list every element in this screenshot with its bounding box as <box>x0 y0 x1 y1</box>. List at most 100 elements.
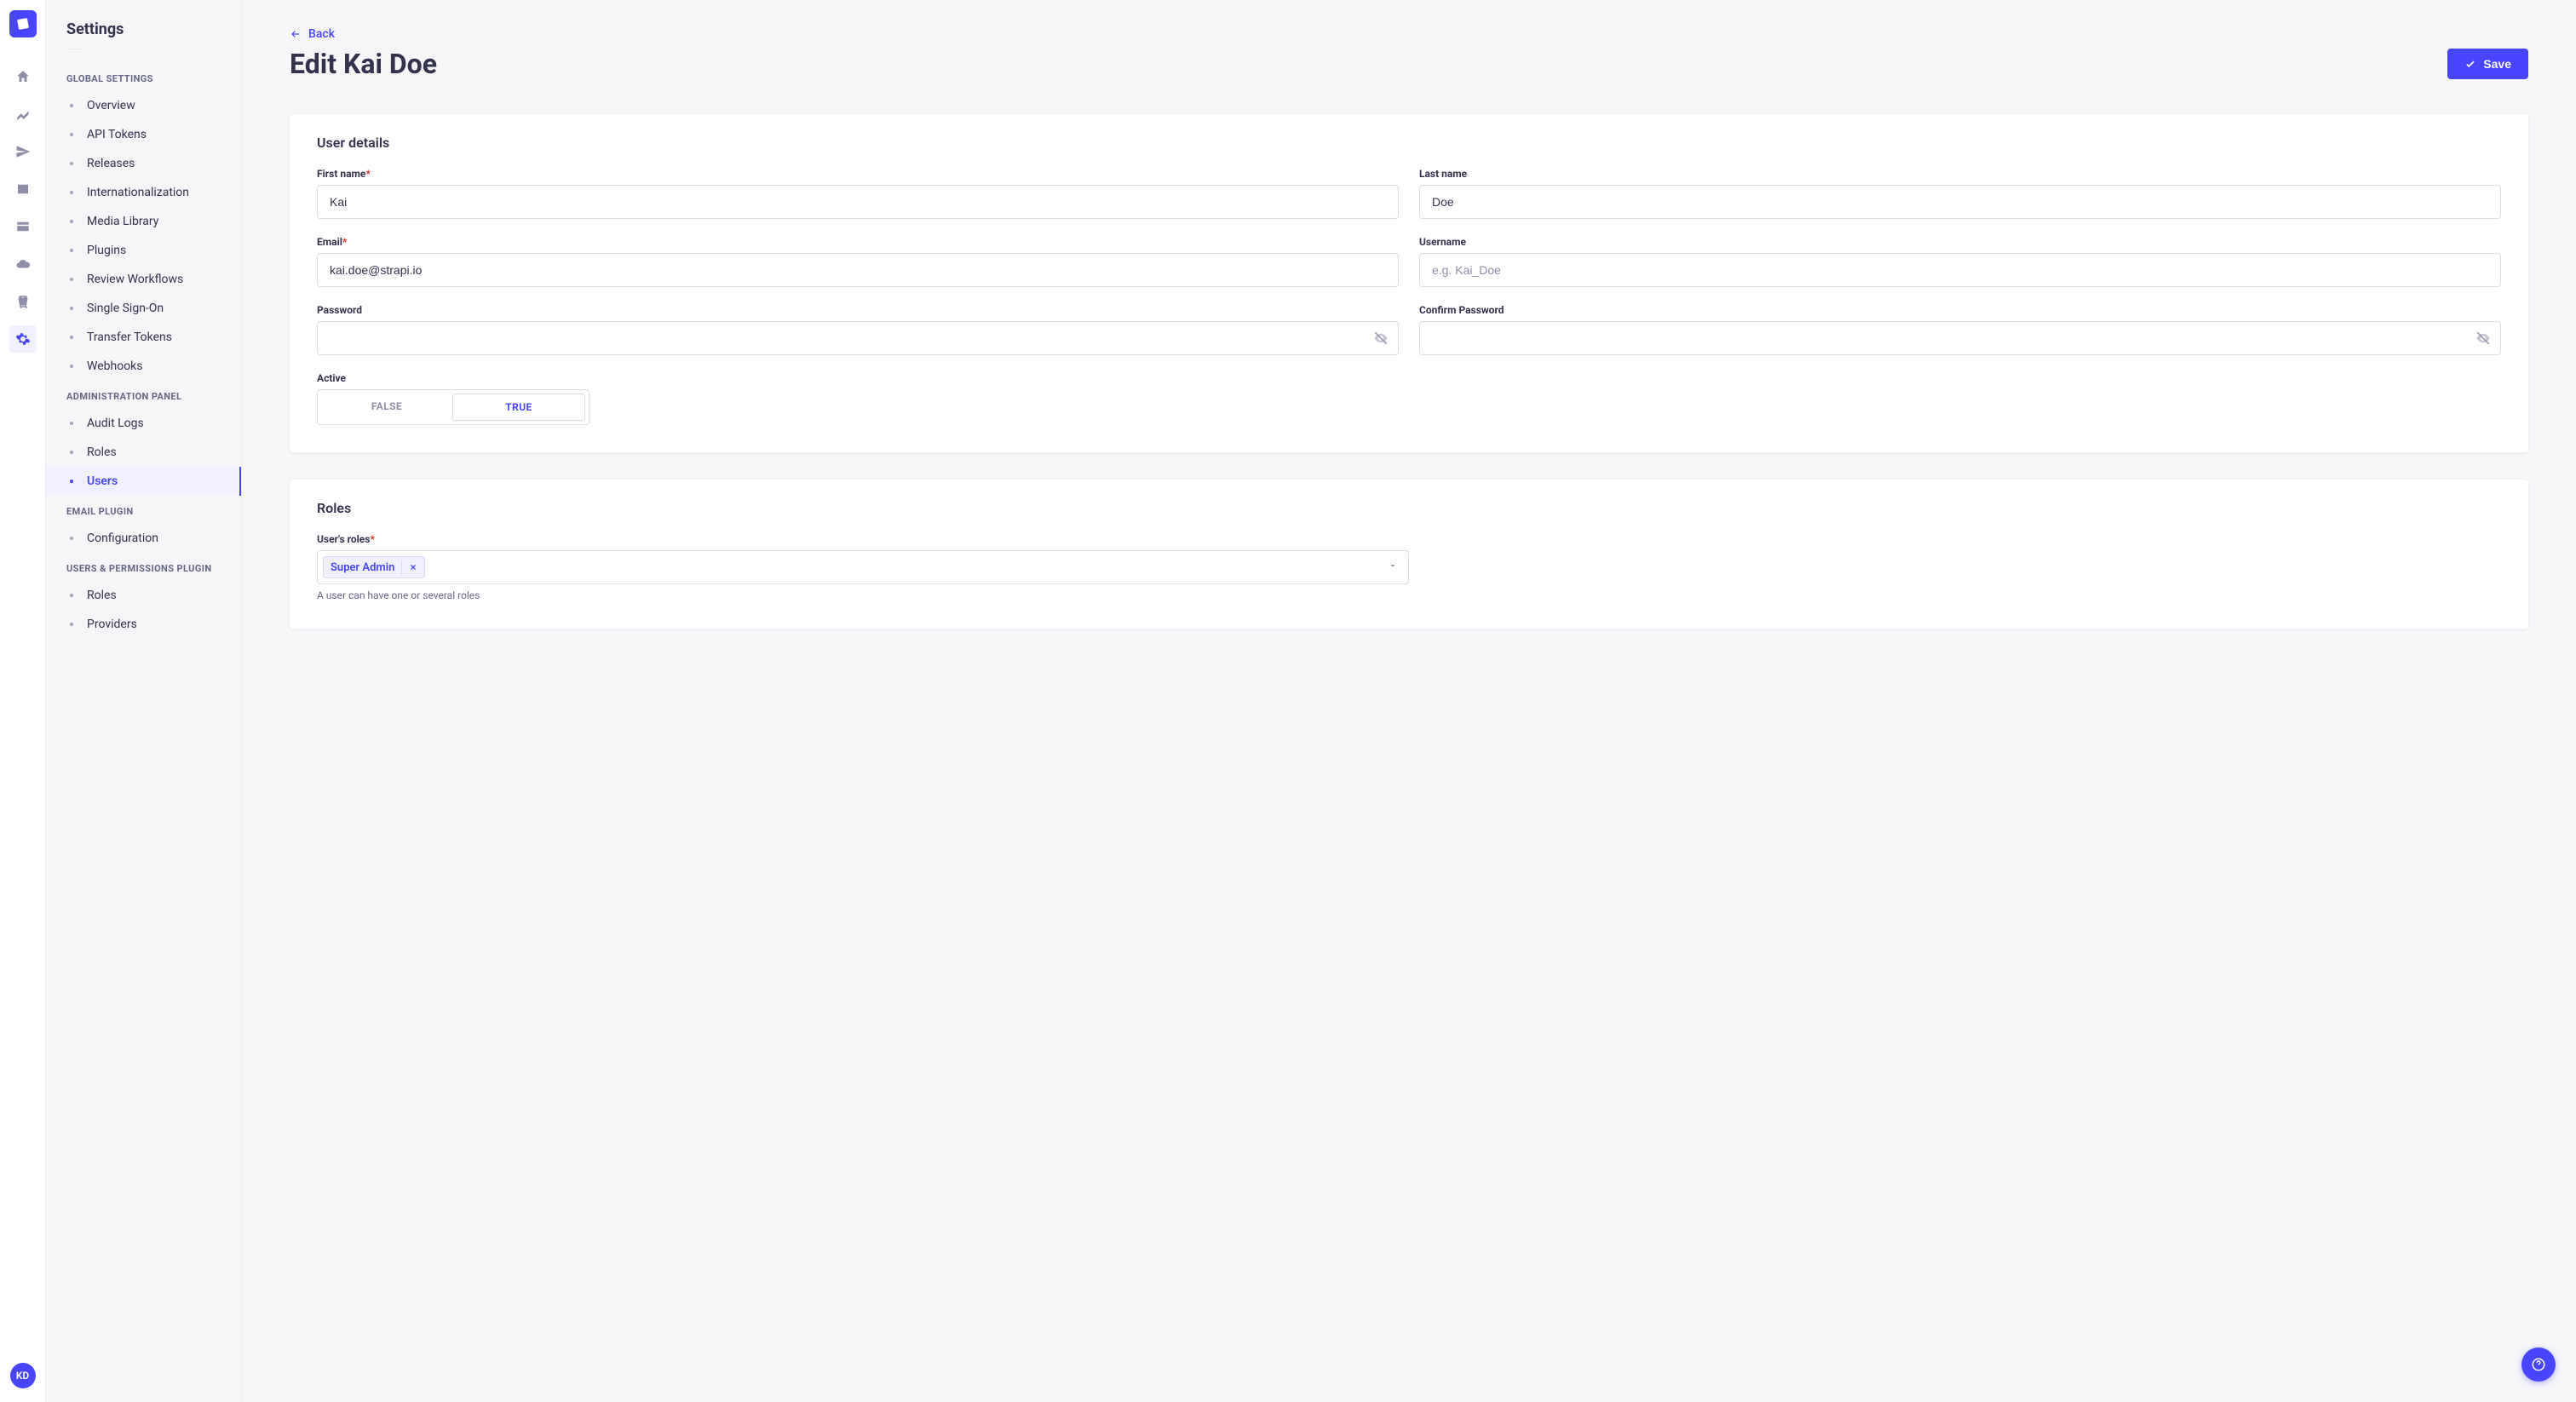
bullet-icon <box>70 307 73 310</box>
sidebar-section-email-plugin: EMAIL PLUGIN <box>46 496 241 524</box>
roles-select[interactable]: Super Admin <box>317 550 1409 584</box>
input-first-name[interactable] <box>317 185 1399 219</box>
rail-media-icon[interactable] <box>9 175 37 203</box>
sidebar-item-sso[interactable]: Single Sign-On <box>46 294 241 323</box>
rail-send-icon[interactable] <box>9 138 37 165</box>
label-last-name: Last name <box>1419 168 2501 180</box>
label-confirm-password: Confirm Password <box>1419 304 2501 316</box>
card-title-user-details: User details <box>317 135 2501 151</box>
input-last-name[interactable] <box>1419 185 2501 219</box>
bullet-icon <box>70 451 73 454</box>
toggle-true[interactable]: TRUE <box>452 394 585 421</box>
save-label: Save <box>2483 57 2511 71</box>
label-username: Username <box>1419 236 2501 248</box>
bullet-icon <box>70 422 73 425</box>
sidebar-item-label: Configuration <box>87 531 158 545</box>
sidebar-item-admin-roles[interactable]: Roles <box>46 438 241 467</box>
bullet-icon <box>70 278 73 281</box>
sidebar-item-label: Plugins <box>87 244 126 257</box>
sidebar-item-up-roles[interactable]: Roles <box>46 581 241 610</box>
rail-marketplace-icon[interactable] <box>9 288 37 315</box>
user-avatar[interactable]: KD <box>10 1363 36 1388</box>
save-button[interactable]: Save <box>2447 49 2528 79</box>
sidebar-item-label: Media Library <box>87 215 158 228</box>
sidebar-item-overview[interactable]: Overview <box>46 91 241 120</box>
label-user-roles: User's roles* <box>317 533 1409 545</box>
sidebar-item-api-tokens[interactable]: API Tokens <box>46 120 241 149</box>
toggle-confirm-password-visibility[interactable] <box>2475 330 2491 346</box>
sidebar-item-label: Transfer Tokens <box>87 330 172 344</box>
sidebar-item-label: Webhooks <box>87 359 143 373</box>
roles-helper-text: A user can have one or several roles <box>317 589 1409 601</box>
rail-content-icon[interactable] <box>9 101 37 128</box>
sidebar-item-email-config[interactable]: Configuration <box>46 524 241 553</box>
check-icon <box>2464 58 2476 70</box>
sidebar-item-audit-logs[interactable]: Audit Logs <box>46 409 241 438</box>
bullet-icon <box>70 365 73 368</box>
sidebar-item-transfer-tokens[interactable]: Transfer Tokens <box>46 323 241 352</box>
bullet-icon <box>70 336 73 339</box>
back-label: Back <box>308 27 335 41</box>
sidebar-item-media-library[interactable]: Media Library <box>46 207 241 236</box>
bullet-icon <box>70 220 73 223</box>
label-active: Active <box>317 372 1399 384</box>
sidebar-item-internationalization[interactable]: Internationalization <box>46 178 241 207</box>
toggle-false[interactable]: FALSE <box>321 394 452 421</box>
bullet-icon <box>70 480 73 483</box>
input-confirm-password[interactable] <box>1419 321 2501 355</box>
field-confirm-password: Confirm Password <box>1419 304 2501 355</box>
active-toggle[interactable]: FALSE TRUE <box>317 389 589 425</box>
help-button[interactable] <box>2521 1347 2556 1382</box>
sidebar-item-label: Audit Logs <box>87 417 144 430</box>
field-active: Active FALSE TRUE <box>317 372 1399 425</box>
arrow-left-icon <box>290 28 302 40</box>
sidebar-section-users-perms: USERS & PERMISSIONS PLUGIN <box>46 553 241 581</box>
icon-rail: KD <box>0 0 46 1402</box>
toggle-password-visibility[interactable] <box>1373 330 1389 346</box>
label-password: Password <box>317 304 1399 316</box>
page-title: Edit Kai Doe <box>290 48 437 80</box>
label-email: Email* <box>317 236 1399 248</box>
bullet-icon <box>70 104 73 107</box>
sidebar-item-users[interactable]: Users <box>46 467 241 496</box>
sidebar-item-review-workflows[interactable]: Review Workflows <box>46 265 241 294</box>
main-content: Back Edit Kai Doe Save User details Firs… <box>242 0 2576 1402</box>
rail-layout-icon[interactable] <box>9 213 37 240</box>
input-username[interactable] <box>1419 253 2501 287</box>
help-icon <box>2531 1357 2546 1372</box>
remove-role-button[interactable] <box>409 563 417 572</box>
label-first-name: First name* <box>317 168 1399 180</box>
card-title-roles: Roles <box>317 500 2501 516</box>
sidebar-item-label: API Tokens <box>87 128 147 141</box>
user-details-card: User details First name* Last name Email… <box>290 114 2528 452</box>
sidebar-item-label: Review Workflows <box>87 273 183 286</box>
sidebar-item-label: Roles <box>87 589 117 602</box>
settings-sidebar: Settings GLOBAL SETTINGS Overview API To… <box>46 0 242 1402</box>
back-link[interactable]: Back <box>290 27 335 41</box>
sidebar-item-label: Overview <box>87 99 135 112</box>
sidebar-item-label: Providers <box>87 618 137 631</box>
role-tag-label: Super Admin <box>331 561 394 574</box>
dropdown-caret <box>1388 560 1398 574</box>
field-password: Password <box>317 304 1399 355</box>
eye-off-icon <box>1373 330 1389 346</box>
caret-down-icon <box>1388 560 1398 571</box>
sidebar-item-releases[interactable]: Releases <box>46 149 241 178</box>
brand-logo[interactable] <box>9 10 37 37</box>
sidebar-item-plugins[interactable]: Plugins <box>46 236 241 265</box>
bullet-icon <box>70 623 73 626</box>
field-username: Username <box>1419 236 2501 287</box>
sidebar-item-webhooks[interactable]: Webhooks <box>46 352 241 381</box>
sidebar-item-label: Releases <box>87 157 135 170</box>
input-password[interactable] <box>317 321 1399 355</box>
rail-cloud-icon[interactable] <box>9 250 37 278</box>
rail-settings-icon[interactable] <box>9 325 37 353</box>
sidebar-item-up-providers[interactable]: Providers <box>46 610 241 639</box>
bullet-icon <box>70 594 73 597</box>
sidebar-title: Settings <box>46 20 241 49</box>
field-last-name: Last name <box>1419 168 2501 219</box>
rail-home-icon[interactable] <box>9 63 37 90</box>
input-email[interactable] <box>317 253 1399 287</box>
sidebar-item-label: Roles <box>87 445 117 459</box>
sidebar-item-label: Single Sign-On <box>87 302 164 315</box>
